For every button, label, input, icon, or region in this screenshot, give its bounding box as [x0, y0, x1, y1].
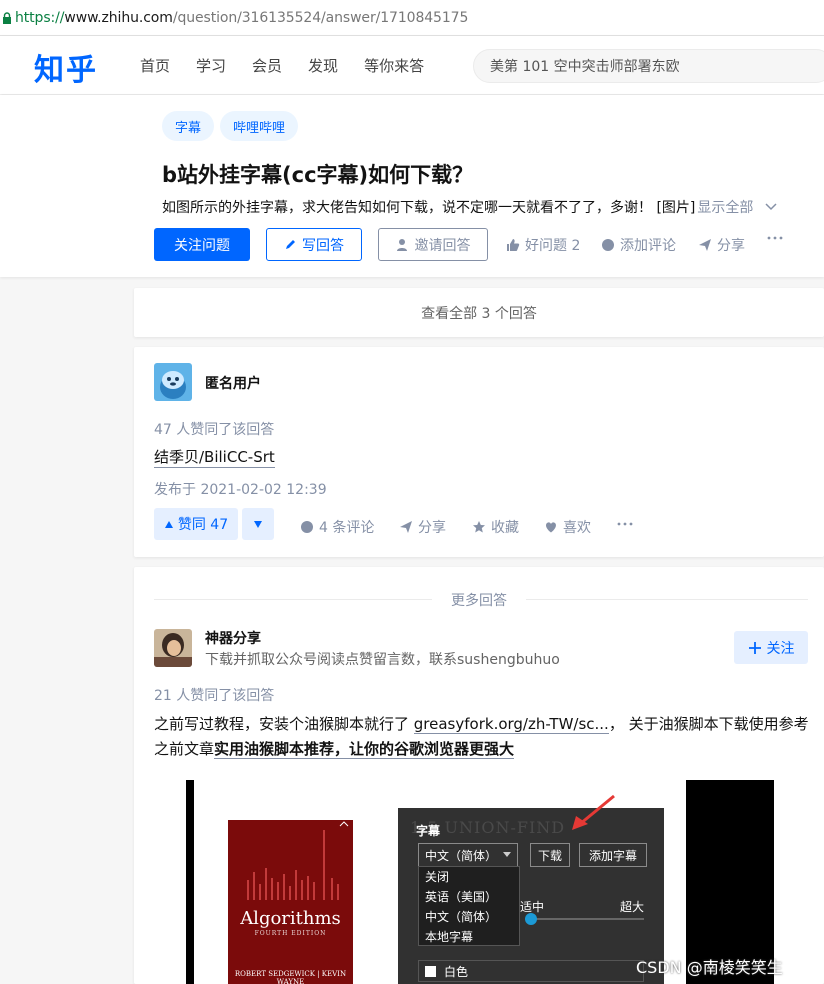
- option-local[interactable]: 本地字幕: [419, 927, 519, 947]
- panel-title: 字幕: [416, 824, 441, 838]
- option-chinese[interactable]: 中文（简体）: [419, 907, 519, 927]
- nav-vip[interactable]: 会员: [252, 55, 282, 76]
- option-english[interactable]: 英语（美国）: [419, 887, 519, 907]
- red-arrow-icon: [572, 794, 615, 830]
- downvote-button[interactable]: [242, 508, 274, 540]
- more-answers-title: 更多回答: [134, 590, 824, 610]
- star-icon: [473, 521, 485, 533]
- nav-learn[interactable]: 学习: [196, 55, 226, 76]
- avatar[interactable]: [154, 363, 192, 401]
- author-bio: 下载并抓取公众号阅读点赞留言数，联系sushengbuhuo: [205, 652, 560, 668]
- answer-content: 之前写过教程，安装个油猴脚本就行了 greasyfork.org/zh-TW/s…: [154, 715, 809, 759]
- upvote-button[interactable]: 赞同 47: [154, 508, 238, 540]
- share-icon: [699, 239, 711, 251]
- share-icon: [400, 521, 412, 533]
- show-all-link[interactable]: 显示全部: [697, 200, 753, 216]
- share-question-button[interactable]: 分享: [698, 235, 745, 255]
- search-input[interactable]: 美第 101 空中突击师部署东欧: [473, 49, 824, 83]
- address-bar[interactable]: https://www.zhihu.com/question/316135524…: [0, 0, 824, 36]
- question-title: b站外挂字幕(cc字幕)如何下载？: [162, 163, 474, 187]
- zhihu-logo[interactable]: 知乎: [34, 45, 98, 89]
- book-edition: FOURTH EDITION: [254, 930, 327, 937]
- share-button[interactable]: 分享: [399, 517, 446, 537]
- question-description: 如图所示的外挂字幕，求大佬告知如何下载，说不定哪一天就看不了了，多谢！ [图片]…: [162, 197, 778, 217]
- heart-icon: [546, 522, 556, 533]
- lock-icon: [3, 11, 11, 24]
- size-slider-handle[interactable]: [525, 913, 537, 925]
- subtitle-color-select[interactable]: 白色: [418, 960, 644, 982]
- like-button[interactable]: 喜欢: [544, 517, 591, 537]
- chevron-down-icon[interactable]: [764, 202, 778, 212]
- subtitle-panel: 1.5 UNION-FIND 字幕 中文（简体） 下载 添加字幕 关闭 英语（美…: [398, 808, 664, 984]
- nav-explore[interactable]: 发现: [308, 55, 338, 76]
- language-dropdown: 关闭 英语（美国） 中文（简体） 本地字幕: [418, 866, 520, 946]
- topic-tag-subtitle[interactable]: 字幕: [162, 111, 215, 141]
- comments-button[interactable]: 4 条评论: [300, 517, 374, 537]
- author-name[interactable]: 神器分享: [205, 628, 261, 648]
- book-cover: Algorithms FOURTH EDITION ROBERT SEDGEWI…: [228, 820, 353, 984]
- triangle-down-icon: [254, 520, 262, 528]
- csdn-watermark: CSDN @南棱笑笑生: [636, 958, 783, 977]
- view-all-answers[interactable]: 查看全部 3 个回答: [134, 288, 824, 337]
- answer-card: 更多回答 神器分享 下载并抓取公众号阅读点赞留言数，联系sushengbuhuo…: [134, 567, 824, 984]
- good-question-button[interactable]: 好问题 2: [506, 235, 580, 255]
- thumb-up-icon: [507, 239, 520, 251]
- publish-time: 发布于 2021-02-02 12:39: [154, 482, 327, 498]
- add-comment-button[interactable]: 添加评论: [601, 235, 676, 255]
- user-plus-icon: [396, 238, 407, 251]
- caret-down-icon: [503, 852, 512, 857]
- answer-link[interactable]: 结季贝/BiliCC-Srt: [154, 447, 275, 468]
- vote-count-text: 21 人赞同了该回答: [154, 688, 275, 704]
- topic-tag-bilibili[interactable]: 哔哩哔哩: [220, 111, 299, 141]
- plus-icon: [748, 641, 761, 654]
- invite-answer-button[interactable]: 邀请回答: [378, 228, 488, 261]
- write-answer-button[interactable]: 写回答: [266, 228, 362, 261]
- greasyfork-link[interactable]: greasyfork.org/zh-TW/sc...: [413, 715, 609, 734]
- white-swatch: [425, 965, 436, 977]
- article-link[interactable]: 实用油猴脚本推荐，让你的谷歌浏览器更强大: [214, 740, 515, 759]
- question-header: 字幕 哔哩哔哩 b站外挂字幕(cc字幕)如何下载？ 如图所示的外挂字幕，求大佬告…: [0, 95, 824, 277]
- vote-count-text: 47 人赞同了该回答: [154, 422, 275, 438]
- avatar[interactable]: [154, 629, 192, 667]
- download-subtitle-button[interactable]: 下载: [530, 843, 570, 867]
- comment-icon: [301, 521, 313, 533]
- option-off[interactable]: 关闭: [419, 867, 519, 887]
- size-slider[interactable]: [526, 918, 644, 920]
- follow-question-button[interactable]: 关注问题: [154, 228, 250, 261]
- add-subtitle-button[interactable]: 添加字幕: [579, 843, 647, 867]
- site-header: 知乎 首页 学习 会员 发现 等你来答 美第 101 空中突击师部署东欧: [0, 36, 824, 94]
- more-options-icon[interactable]: [766, 235, 789, 241]
- comment-icon: [602, 239, 614, 251]
- more-options-icon[interactable]: [616, 521, 639, 527]
- size-max-label: 超大: [620, 900, 645, 914]
- author-name[interactable]: 匿名用户: [205, 373, 261, 393]
- url-text: https://www.zhihu.com/question/316135524…: [15, 9, 469, 26]
- subtitle-language-select[interactable]: 中文（简体）: [418, 843, 518, 867]
- main-nav: 首页 学习 会员 发现 等你来答: [140, 36, 450, 94]
- image-border: [186, 780, 194, 984]
- book-title: Algorithms: [240, 908, 341, 929]
- pen-icon: [286, 240, 295, 249]
- nav-home[interactable]: 首页: [140, 55, 170, 76]
- book-authors: ROBERT SEDGEWICK | KEVIN WAYNE: [234, 970, 347, 984]
- triangle-up-icon: [164, 520, 173, 528]
- follow-author-button[interactable]: 关注: [734, 631, 808, 664]
- answer-card: 匿名用户 47 人赞同了该回答 结季贝/BiliCC-Srt 发布于 2021-…: [134, 347, 824, 557]
- nav-waiting[interactable]: 等你来答: [364, 55, 424, 76]
- favorite-button[interactable]: 收藏: [472, 517, 519, 537]
